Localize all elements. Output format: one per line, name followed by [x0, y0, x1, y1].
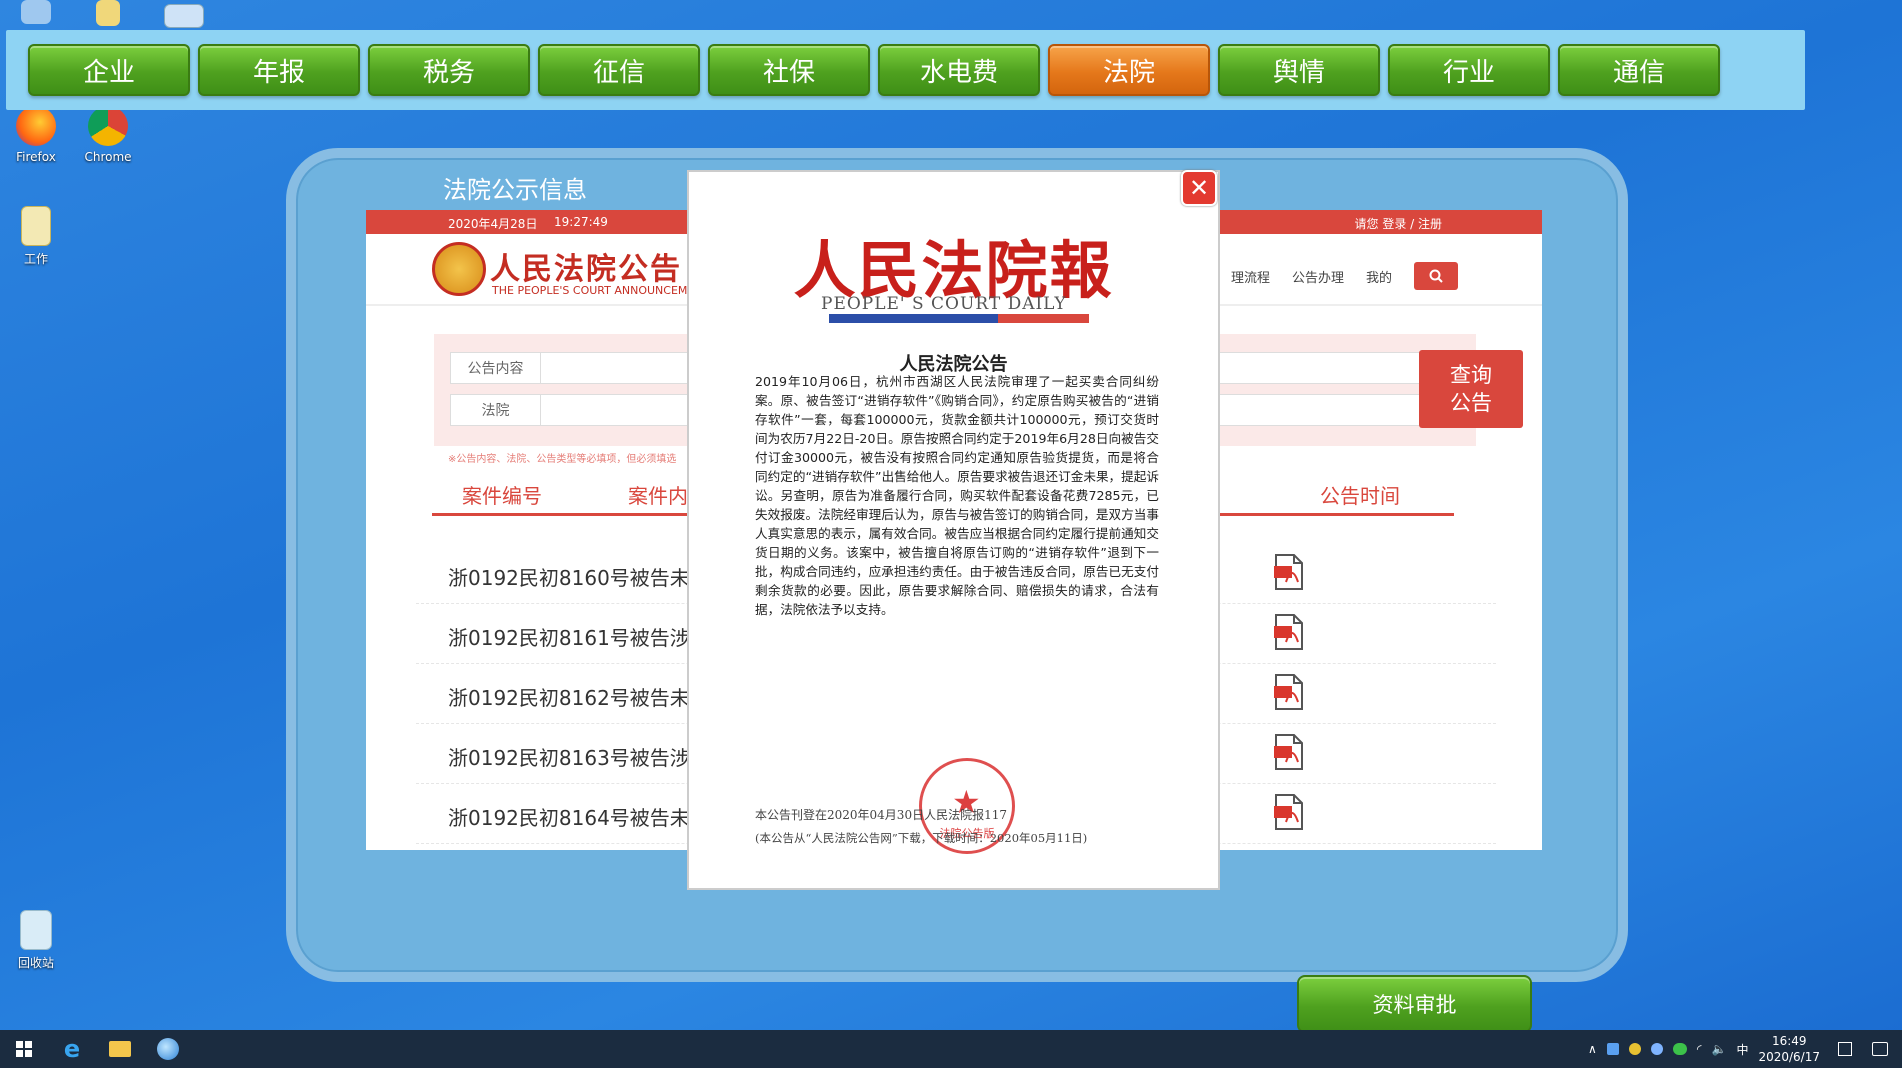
clock[interactable]: 16:49 2020/6/17: [1758, 1033, 1820, 1065]
notes-icon[interactable]: [1838, 1042, 1852, 1056]
desktop-icon-chrome[interactable]: Chrome: [72, 106, 144, 164]
col-case-content: 案件内: [628, 484, 688, 508]
pdf-icon[interactable]: [1272, 734, 1306, 770]
desktop-icon-computer[interactable]: [0, 0, 72, 28]
site-nav-announcement[interactable]: 公告办理: [1292, 267, 1344, 286]
notification-icon[interactable]: [1872, 1042, 1888, 1056]
folder-icon: [109, 1041, 131, 1057]
start-button[interactable]: [0, 1030, 48, 1068]
tray-chevron-up-icon[interactable]: ∧: [1588, 1042, 1597, 1056]
desktop-icon-file[interactable]: [72, 0, 144, 30]
nav-btn-credit[interactable]: 征信: [538, 44, 700, 96]
nav-btn-public-opinion[interactable]: 舆情: [1218, 44, 1380, 96]
tray-app-icon[interactable]: [1606, 1043, 1619, 1055]
login-register-link[interactable]: 请您 登录 / 注册: [1355, 215, 1443, 232]
nav-btn-tax[interactable]: 税务: [368, 44, 530, 96]
newspaper-english-name: PEOPLE' S COURT DAILY: [821, 294, 1067, 314]
site-search-button[interactable]: [1414, 262, 1458, 290]
site-date: 2020年4月28日: [448, 217, 538, 231]
site-logo-subtitle: THE PEOPLE'S COURT ANNOUNCEMENT: [492, 284, 710, 297]
masthead-bar: [829, 314, 1089, 323]
taskbar-browser[interactable]: [144, 1030, 192, 1068]
nav-btn-utilities[interactable]: 水电费: [878, 44, 1040, 96]
col-announcement-time: 公告时间: [1320, 484, 1400, 508]
nav-btn-enterprise[interactable]: 企业: [28, 44, 190, 96]
ime-indicator[interactable]: 中: [1736, 1041, 1748, 1058]
nav-btn-social-security[interactable]: 社保: [708, 44, 870, 96]
announcement-download-note: (本公告从“人民法院公告网”下载，下载时间：2020年05月11日): [755, 831, 1088, 845]
taskbar: e ∧ ◜ 🔈 中 16:49 2020/6/17: [0, 1030, 1902, 1068]
site-nav-process[interactable]: 理流程: [1231, 267, 1270, 286]
approve-materials-button[interactable]: 资料审批: [1297, 975, 1532, 1033]
pdf-icon[interactable]: [1272, 614, 1306, 650]
site-time: 19:27:49: [554, 215, 608, 229]
system-tray: ∧ ◜ 🔈 中 16:49 2020/6/17: [1588, 1030, 1902, 1068]
firefox-icon: [16, 106, 56, 146]
taskbar-explorer[interactable]: [96, 1030, 144, 1068]
network-icon[interactable]: ◜: [1697, 1042, 1702, 1056]
tray-app-icon[interactable]: [1650, 1043, 1663, 1055]
nav-btn-industry[interactable]: 行业: [1388, 44, 1550, 96]
pdf-icon[interactable]: [1272, 674, 1306, 710]
nav-btn-telecom[interactable]: 通信: [1558, 44, 1720, 96]
announcement-publish-note: 本公告刊登在2020年04月30日人民法院报117: [755, 808, 1007, 822]
pdf-icon[interactable]: [1272, 794, 1306, 830]
query-announcement-button[interactable]: 查询 公告: [1419, 350, 1523, 428]
search-hint: ※公告内容、法院、公告类型等必填项，但必须填选: [448, 454, 677, 465]
tray-app-icon[interactable]: [1628, 1043, 1641, 1055]
nav-btn-annual-report[interactable]: 年报: [198, 44, 360, 96]
desktop-icon-control-panel[interactable]: [148, 4, 220, 32]
announcement-body: 2019年10月06日，杭州市西湖区人民法院审理了一起买卖合同纠纷案。原、被告签…: [755, 374, 1159, 617]
windows-icon: [16, 1041, 32, 1057]
announcement-modal: 人民法院報 PEOPLE' S COURT DAILY 人民法院公告 2019年…: [687, 170, 1220, 890]
close-modal-button[interactable]: ✕: [1181, 170, 1217, 206]
close-icon: ✕: [1188, 174, 1210, 202]
taskbar-ie[interactable]: e: [48, 1030, 96, 1068]
wechat-icon[interactable]: [1672, 1043, 1687, 1055]
site-nav: 理流程 公告办理 我的: [1231, 262, 1458, 290]
pdf-icon[interactable]: [1272, 554, 1306, 590]
desktop-icon-recycle-bin[interactable]: 回收站: [0, 910, 72, 971]
globe-icon: [157, 1038, 179, 1060]
document-icon: [21, 206, 51, 246]
top-nav: 企业 年报 税务 征信 社保 水电费 法院 舆情 行业 通信: [6, 30, 1805, 110]
court-emblem-icon: [432, 242, 486, 296]
nav-btn-court[interactable]: 法院: [1048, 44, 1210, 96]
site-logo-text: 人民法院公告: [490, 252, 682, 287]
panel-title: 法院公示信息: [443, 176, 587, 204]
search-icon: [1429, 269, 1443, 283]
ie-icon: e: [63, 1035, 81, 1063]
chrome-icon: [88, 106, 128, 146]
desktop-icon-firefox[interactable]: Firefox: [0, 106, 72, 164]
desktop-icon-work[interactable]: 工作: [0, 206, 72, 267]
site-nav-mine[interactable]: 我的: [1366, 267, 1392, 286]
volume-icon[interactable]: 🔈: [1712, 1042, 1727, 1056]
col-case-number: 案件编号: [462, 484, 542, 508]
recycle-bin-icon: [20, 910, 52, 950]
